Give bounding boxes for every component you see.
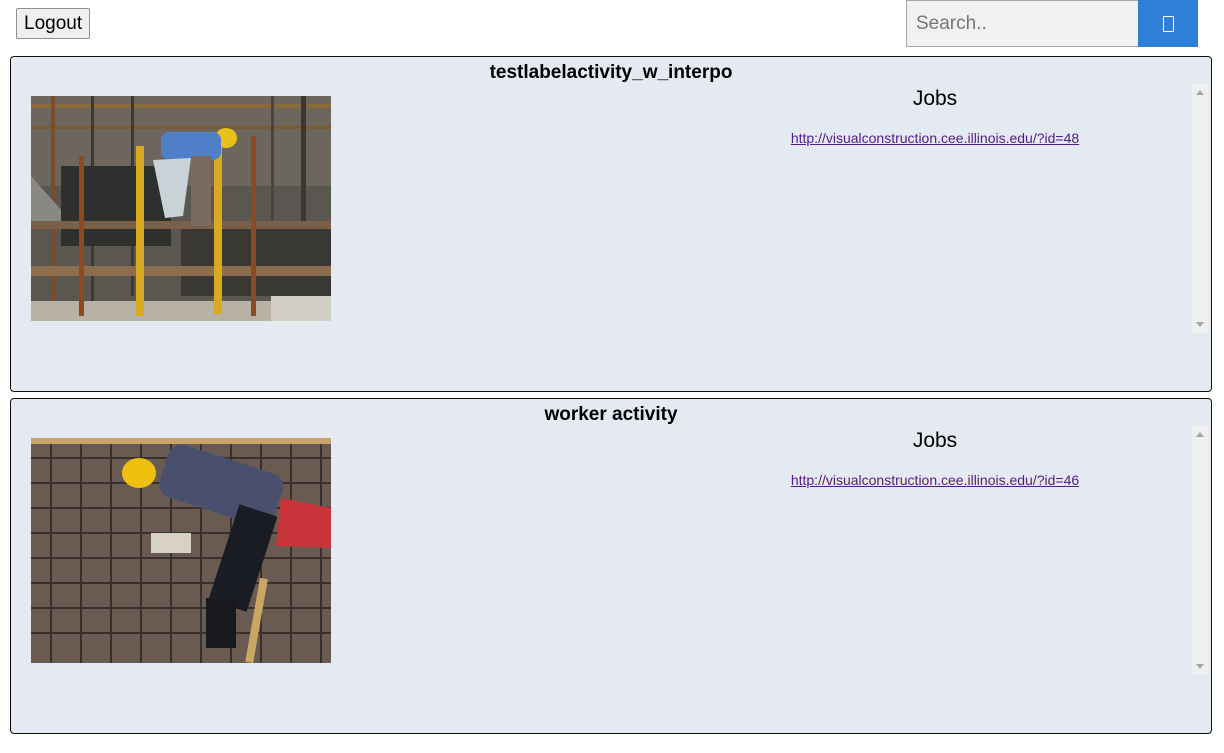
card-title: worker activity: [544, 404, 678, 425]
job-link[interactable]: http://visualconstruction.cee.illinois.e…: [680, 472, 1190, 488]
search-input[interactable]: [906, 0, 1138, 47]
card-title: testlabelactivity_w_interpo: [489, 62, 733, 83]
jobs-heading: Jobs: [912, 429, 958, 452]
search-button[interactable]: [1138, 0, 1198, 47]
jobs-scrollbar[interactable]: [1192, 84, 1208, 333]
jobs-panel: Jobs http://visualconstruction.cee.illin…: [680, 426, 1190, 675]
jobs-heading: Jobs: [912, 87, 958, 110]
activity-card: worker activity Jobs http://visualconstr…: [10, 398, 1212, 734]
logout-button[interactable]: Logout: [16, 8, 91, 39]
activity-card: testlabelactivity_w_interpo Jobs http://…: [10, 56, 1212, 392]
jobs-panel: Jobs http://visualconstruction.cee.illin…: [680, 84, 1190, 333]
jobs-scrollbar[interactable]: [1192, 426, 1208, 675]
scroll-down-icon[interactable]: [1196, 322, 1204, 327]
job-link[interactable]: http://visualconstruction.cee.illinois.e…: [680, 130, 1190, 146]
search-icon: [1162, 16, 1174, 32]
scroll-down-icon[interactable]: [1196, 664, 1204, 669]
activity-thumbnail[interactable]: [31, 96, 331, 321]
scroll-up-icon[interactable]: [1196, 432, 1204, 437]
activity-thumbnail[interactable]: [31, 438, 331, 663]
search-bar: [906, 0, 1198, 47]
scroll-up-icon[interactable]: [1196, 90, 1204, 95]
